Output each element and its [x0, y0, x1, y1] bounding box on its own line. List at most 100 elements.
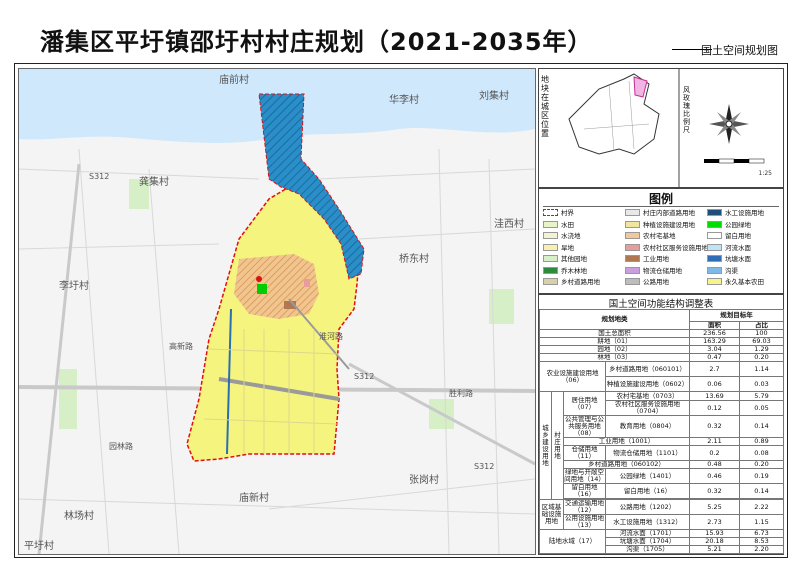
place-label-1: 华李村: [389, 93, 419, 106]
table-row-label: 园地（02）: [539, 345, 690, 354]
legend-label: 其他园地: [561, 255, 587, 263]
place-label-8: 平圩村: [24, 539, 54, 552]
village-center-marker: [256, 276, 262, 282]
place-label-7: 林场村: [64, 509, 94, 522]
total-area: 236.56: [689, 329, 740, 338]
legend-divider: [543, 206, 779, 207]
place-label-2: 刘集村: [479, 89, 509, 102]
legend-swatch: [707, 232, 722, 239]
map-title: 潘集区平圩镇邵圩村村庄规划（2021-2035年）: [40, 28, 593, 56]
legend-swatch: [625, 278, 640, 285]
place-label-9: 庙新村: [239, 491, 269, 504]
scale-bar: [704, 158, 765, 164]
construction-c2: 乡村道路用地（060102）: [563, 460, 690, 469]
legend-title: 图例: [648, 192, 673, 206]
legend-label: 乔木林地: [561, 266, 587, 275]
legend-label: 种植设施建设用地: [643, 220, 695, 229]
construction-area: 0.46: [689, 468, 740, 484]
service-land: [304, 279, 310, 287]
construction-c3: 公园绿地（1401）: [605, 468, 690, 484]
infra-c3: 公路用地（1202）: [605, 499, 690, 515]
table-title: 国土空间功能结构调整表: [608, 299, 714, 310]
infra-ratio: 1.15: [739, 514, 784, 530]
water-area: 15.93: [689, 529, 740, 538]
legend-swatch: [543, 266, 558, 274]
legend-swatch: [543, 243, 558, 251]
agri-sub-area: 0.06: [689, 376, 740, 392]
infra-area: 2.73: [689, 514, 740, 530]
legend-swatch: [707, 278, 722, 285]
construction-ratio: 0.14: [739, 483, 784, 499]
construction-c2: 居住用地（07）: [563, 391, 606, 416]
construction-c3: 农村宅基地（0703）: [605, 391, 690, 401]
construction-ratio: 0.08: [739, 445, 784, 461]
header-ratio: 占比: [739, 321, 784, 330]
construction-ratio: 0.05: [739, 400, 784, 416]
legend-label: 村界: [561, 209, 574, 217]
water-ratio: 8.53: [739, 537, 784, 546]
structure-table: 规划地类 规划目标年 面积 占比 国土总面积 236.56 100 耕地（01）…: [539, 309, 784, 554]
wind-rose-icon: [709, 104, 749, 144]
construction-area: 0.2: [689, 445, 740, 461]
table-row-area: 0.47: [689, 353, 740, 362]
legend-label: 农村社区服务设施用地: [643, 243, 708, 252]
legend-label: 村庄内部道路用地: [643, 209, 695, 217]
water-ratio: 6.73: [739, 529, 784, 538]
legend-swatch: [707, 266, 722, 274]
water-area: 5.21: [689, 545, 740, 554]
construction-c3: 物流仓储用地（1101）: [605, 445, 690, 461]
legend-swatch: [625, 255, 640, 262]
water-c3: 沟渠（1705）: [605, 545, 690, 554]
compass-label: 风玫瑰比例尺: [683, 86, 690, 134]
agri-label: 农业设施建设用地（06）: [539, 361, 606, 392]
legend-swatch: [707, 255, 722, 262]
legend-swatch: [625, 220, 640, 228]
infra-label: 区域基础设施用地: [539, 499, 564, 530]
construction-area: 0.32: [689, 415, 740, 438]
infra-c3: 水工设施用地（1312）: [605, 514, 690, 530]
agri-sub-ratio: 1.14: [739, 361, 784, 377]
legend-label: 水浇地: [561, 232, 581, 240]
header-target: 规划目标年: [689, 309, 784, 322]
construction-area: 2.11: [689, 437, 740, 446]
table-row-area: 163.29: [689, 337, 740, 346]
legend-swatch: [707, 220, 722, 228]
legend-swatch: [543, 209, 558, 216]
legend-label: 河流水面: [725, 243, 751, 252]
legend-label: 乡村道路用地: [561, 278, 600, 286]
agri-sub-area: 2.7: [689, 361, 740, 377]
place-label-4: 李圩村: [59, 279, 89, 292]
water-ratio: 2.20: [739, 545, 784, 554]
construction-area: 0.12: [689, 400, 740, 416]
road-label-1: S312: [354, 372, 374, 381]
legend-label: 农村宅基地: [643, 232, 676, 240]
table-row-area: 3.04: [689, 345, 740, 354]
road-label-4: 淮河路: [319, 331, 343, 341]
construction-c2: 工业用地（1001）: [563, 437, 690, 446]
legend-swatch: [543, 232, 558, 239]
park-green: [257, 284, 267, 294]
total-label: 国土总面积: [539, 329, 690, 338]
legend-label: 水田: [561, 220, 574, 229]
legend-label: 物流仓储用地: [643, 266, 682, 275]
water-area: 20.18: [689, 537, 740, 546]
legend-swatch: [543, 220, 558, 228]
construction-ratio: 0.19: [739, 468, 784, 484]
place-label-5: 桥东村: [399, 252, 429, 265]
header-category: 规划地类: [539, 309, 690, 330]
legend-label: 工业用地: [643, 255, 669, 263]
infra-area: 5.25: [689, 499, 740, 515]
construction-c2: 留白用地（16）: [563, 483, 606, 499]
infra-c2: 公用设施用地（13）: [563, 514, 606, 530]
legend-swatch: [625, 209, 640, 216]
place-label-6: 洼西村: [494, 217, 524, 230]
main-map[interactable]: 庙前村 华李村 刘集村 龚集村 李圩村 桥东村 洼西村 林场村 平圩村 庙新村 …: [18, 68, 536, 555]
agri-sub-label: 种植设施建设用地（0602）: [605, 376, 690, 392]
table-row-ratio: 69.03: [739, 337, 784, 346]
place-label-0: 庙前村: [219, 73, 249, 86]
construction-area: 0.32: [689, 483, 740, 499]
table-row-ratio: 1.29: [739, 345, 784, 354]
location-panel: 1:25: [538, 68, 784, 188]
legend-label: 永久基本农田: [725, 278, 764, 286]
table-row-ratio: 0.20: [739, 353, 784, 362]
